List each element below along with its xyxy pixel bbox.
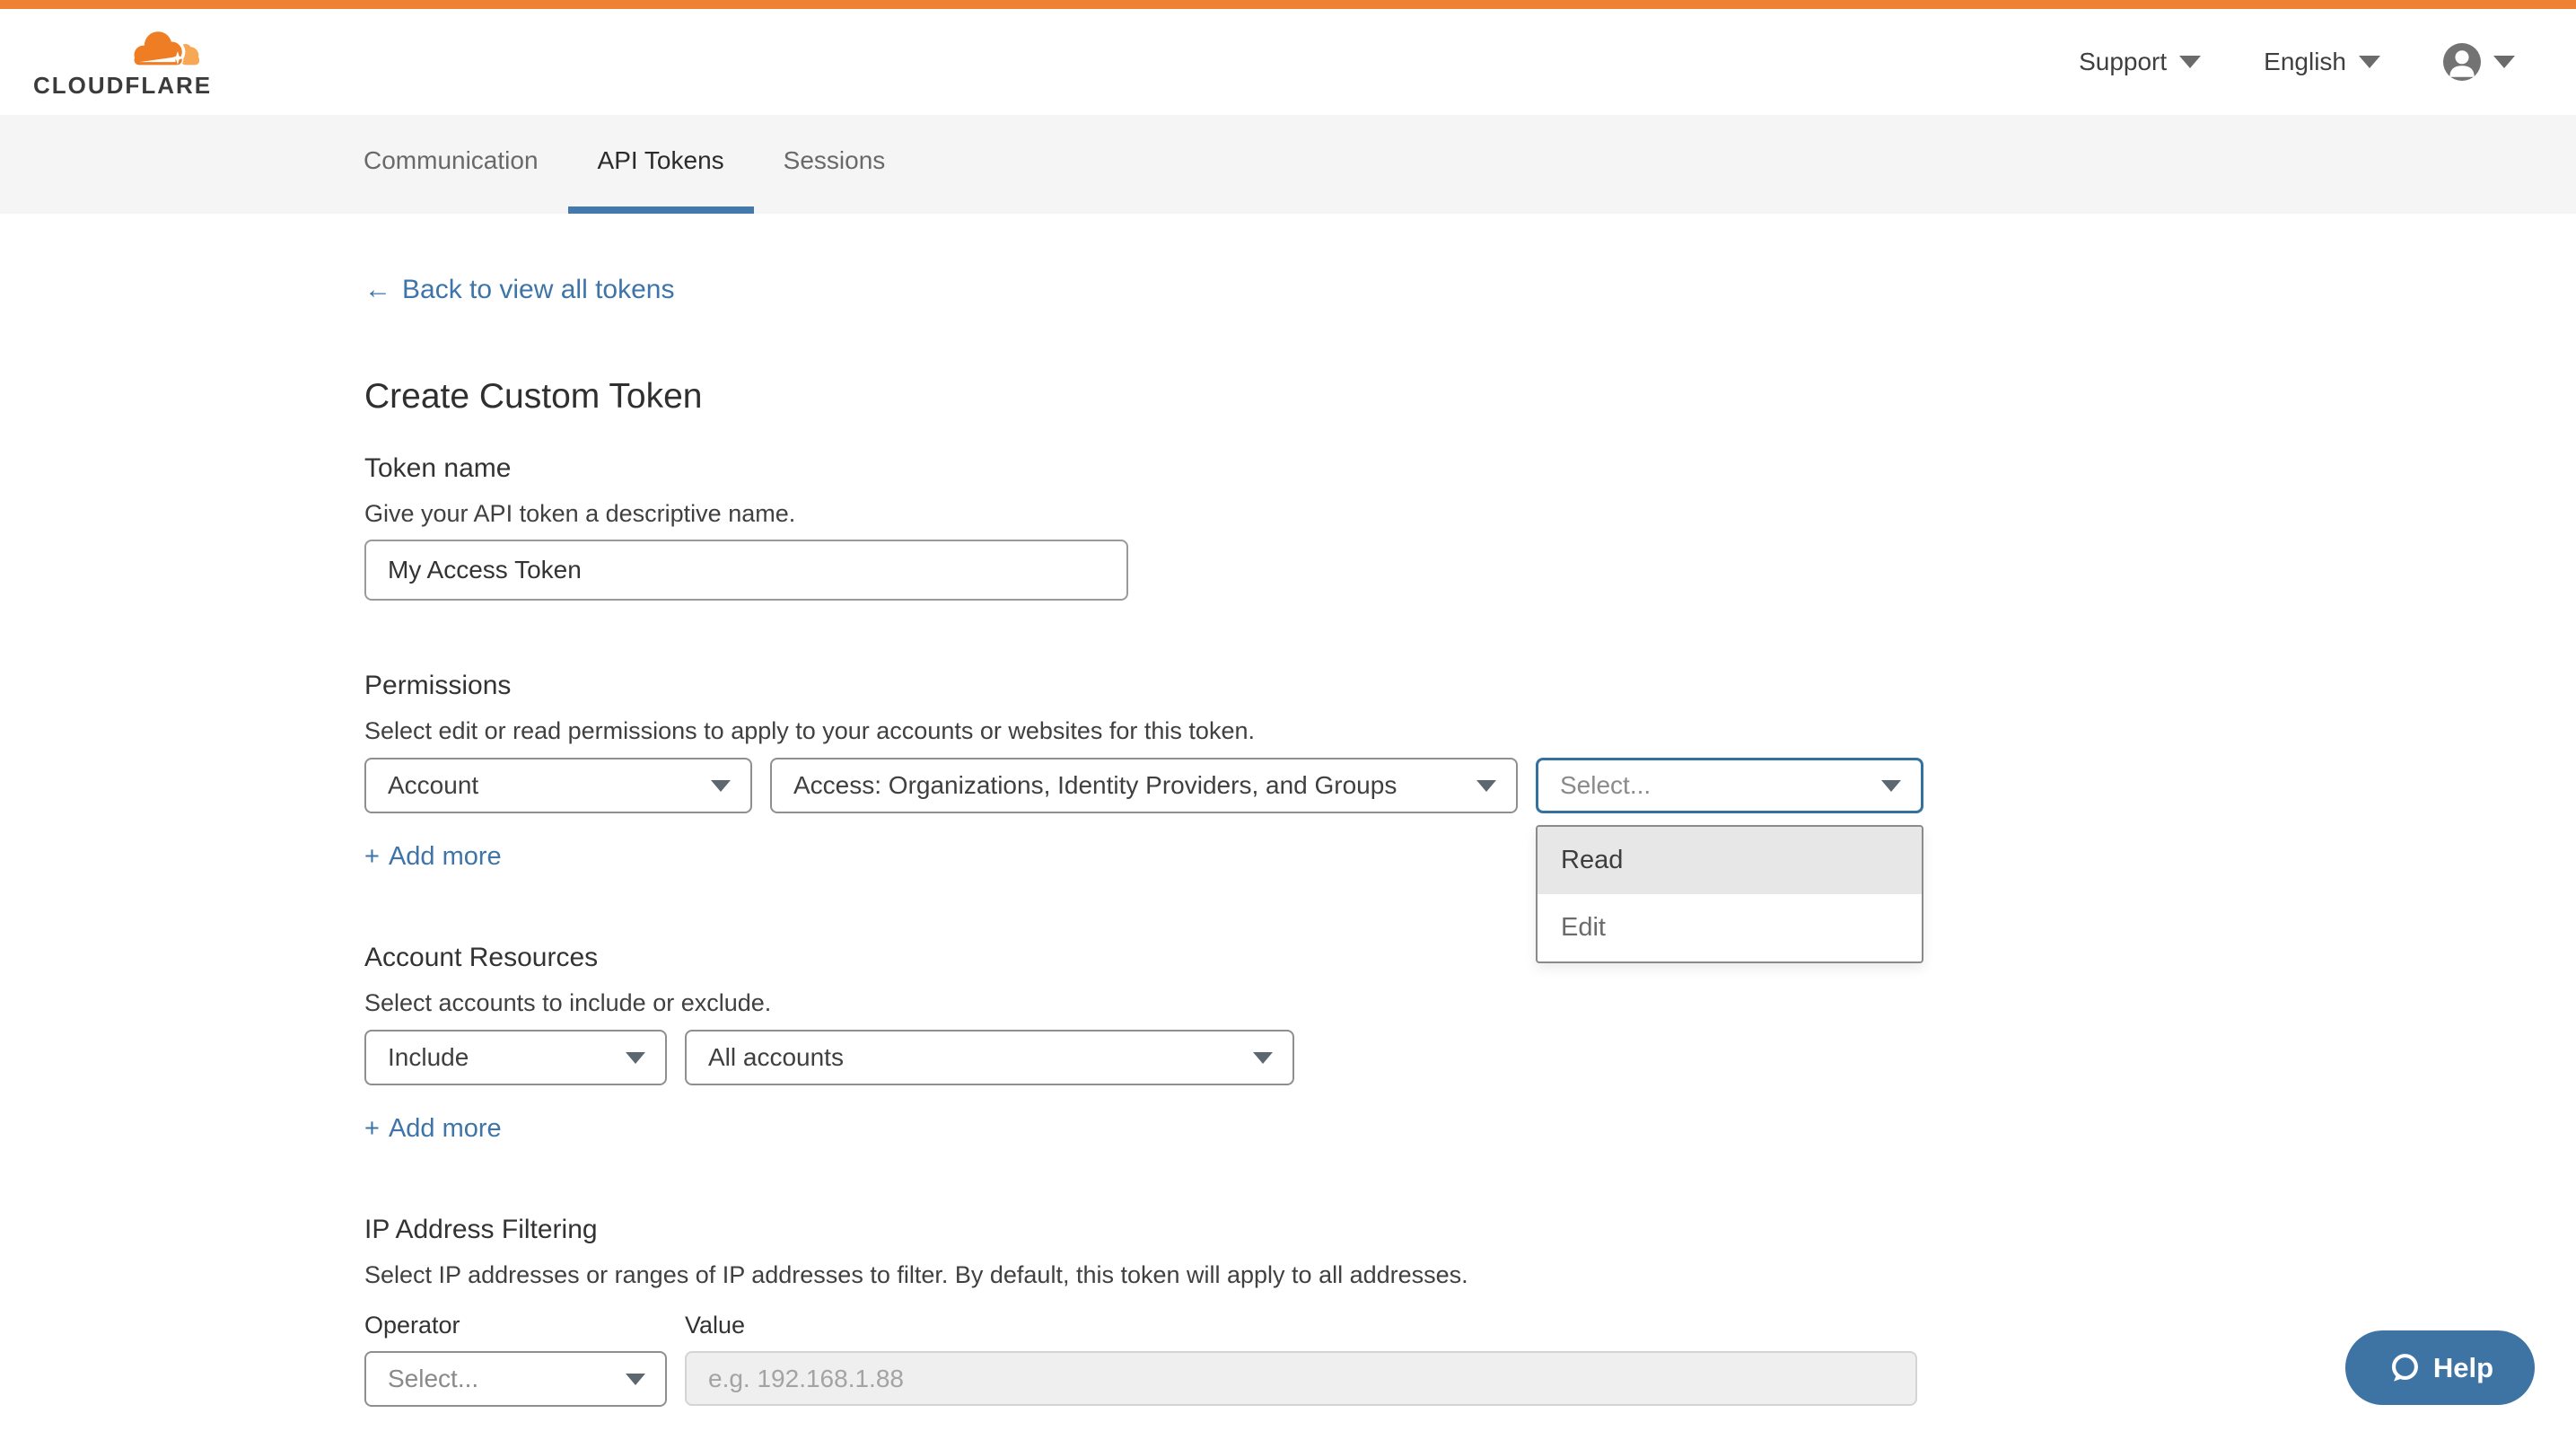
token-name-description: Give your API token a descriptive name. [364, 498, 2576, 529]
token-name-heading: Token name [364, 452, 2576, 486]
tab-bar: Communication API Tokens Sessions [0, 115, 2576, 214]
chevron-down-icon [2493, 56, 2515, 68]
plus-icon: + [364, 840, 380, 873]
chevron-down-icon [1253, 1052, 1273, 1064]
permission-scope-select[interactable]: Access: Organizations, Identity Provider… [770, 758, 1518, 813]
account-menu[interactable] [2443, 43, 2515, 81]
chevron-down-icon [2359, 56, 2380, 68]
account-resources-description: Select accounts to include or exclude. [364, 988, 2576, 1018]
permissions-heading: Permissions [364, 669, 2576, 703]
permission-level-dropdown-menu: Read Edit [1536, 825, 1923, 963]
back-to-tokens-link[interactable]: ← Back to view all tokens [364, 273, 674, 307]
ip-operator-placeholder: Select... [388, 1365, 478, 1393]
header: CLOUDFLARE Support English [0, 9, 2576, 115]
account-resources-add-more-link[interactable]: + Add more [364, 1112, 502, 1145]
tab-api-tokens[interactable]: API Tokens [568, 115, 754, 214]
cloudflare-logo[interactable]: CLOUDFLARE [33, 25, 211, 100]
value-label: Value [685, 1312, 745, 1339]
cloudflare-dashboard: CLOUDFLARE Support English [0, 0, 2576, 1431]
header-nav: Support English [2079, 43, 2515, 81]
permissions-description: Select edit or read permissions to apply… [364, 716, 2576, 746]
back-arrow-icon: ← [364, 273, 391, 307]
ip-value-input[interactable] [685, 1351, 1917, 1406]
permission-level-placeholder: Select... [1560, 771, 1651, 800]
chevron-down-icon [711, 780, 731, 792]
help-button[interactable]: Help [2345, 1330, 2535, 1405]
page-title: Create Custom Token [364, 375, 2576, 417]
account-resources-heading: Account Resources [364, 941, 2576, 975]
ip-filtering-description: Select IP addresses or ranges of IP addr… [364, 1260, 2576, 1290]
language-menu-label: English [2264, 48, 2346, 76]
chevron-down-icon [1881, 780, 1901, 792]
permissions-add-more-link[interactable]: + Add more [364, 840, 502, 873]
main-content: ← Back to view all tokens Create Custom … [0, 214, 2576, 1407]
ip-filtering-section: IP Address Filtering Select IP addresses… [364, 1213, 2576, 1407]
tab-sessions[interactable]: Sessions [754, 115, 916, 214]
ip-filtering-heading: IP Address Filtering [364, 1213, 2576, 1247]
back-link-label: Back to view all tokens [402, 273, 674, 307]
menu-option-edit[interactable]: Edit [1538, 894, 1922, 961]
user-avatar-icon [2443, 43, 2481, 81]
chat-bubble-icon [2387, 1351, 2421, 1385]
account-resources-section: Account Resources Select accounts to inc… [364, 941, 2576, 1145]
token-name-section: Token name Give your API token a descrip… [364, 452, 2576, 601]
chevron-down-icon [626, 1374, 645, 1385]
ip-operator-select[interactable]: Select... [364, 1351, 667, 1407]
permissions-row: Account Access: Organizations, Identity … [364, 758, 2576, 813]
add-more-label: Add more [389, 840, 502, 873]
chevron-down-icon [2179, 56, 2201, 68]
ip-filtering-row: Select... [364, 1351, 2576, 1407]
language-menu[interactable]: English [2264, 48, 2380, 76]
chevron-down-icon [626, 1052, 645, 1064]
ip-filtering-labels: Operator Value [364, 1312, 2576, 1339]
top-accent-bar [0, 0, 2576, 9]
permissions-section: Permissions Select edit or read permissi… [364, 669, 2576, 873]
permission-category-value: Account [388, 771, 478, 800]
account-resources-row: Include All accounts [364, 1030, 2576, 1085]
add-more-label: Add more [389, 1112, 502, 1145]
resource-mode-select[interactable]: Include [364, 1030, 667, 1085]
token-name-input[interactable] [364, 540, 1128, 601]
resource-accounts-select[interactable]: All accounts [685, 1030, 1294, 1085]
permission-scope-value: Access: Organizations, Identity Provider… [793, 771, 1397, 800]
plus-icon: + [364, 1112, 380, 1145]
chevron-down-icon [1476, 780, 1496, 792]
cloudflare-cloud-icon [119, 25, 209, 70]
permission-level-select[interactable]: Select... [1536, 758, 1923, 813]
permission-level-select-wrap: Select... Read Edit [1536, 758, 1923, 813]
permission-category-select[interactable]: Account [364, 758, 752, 813]
menu-option-read[interactable]: Read [1538, 827, 1922, 894]
resource-accounts-value: All accounts [708, 1043, 844, 1072]
cloudflare-logo-text: CLOUDFLARE [33, 72, 211, 100]
tab-communication[interactable]: Communication [334, 115, 568, 214]
operator-label: Operator [364, 1312, 685, 1339]
help-button-label: Help [2433, 1352, 2493, 1384]
resource-mode-value: Include [388, 1043, 469, 1072]
support-menu[interactable]: Support [2079, 48, 2201, 76]
support-menu-label: Support [2079, 48, 2167, 76]
